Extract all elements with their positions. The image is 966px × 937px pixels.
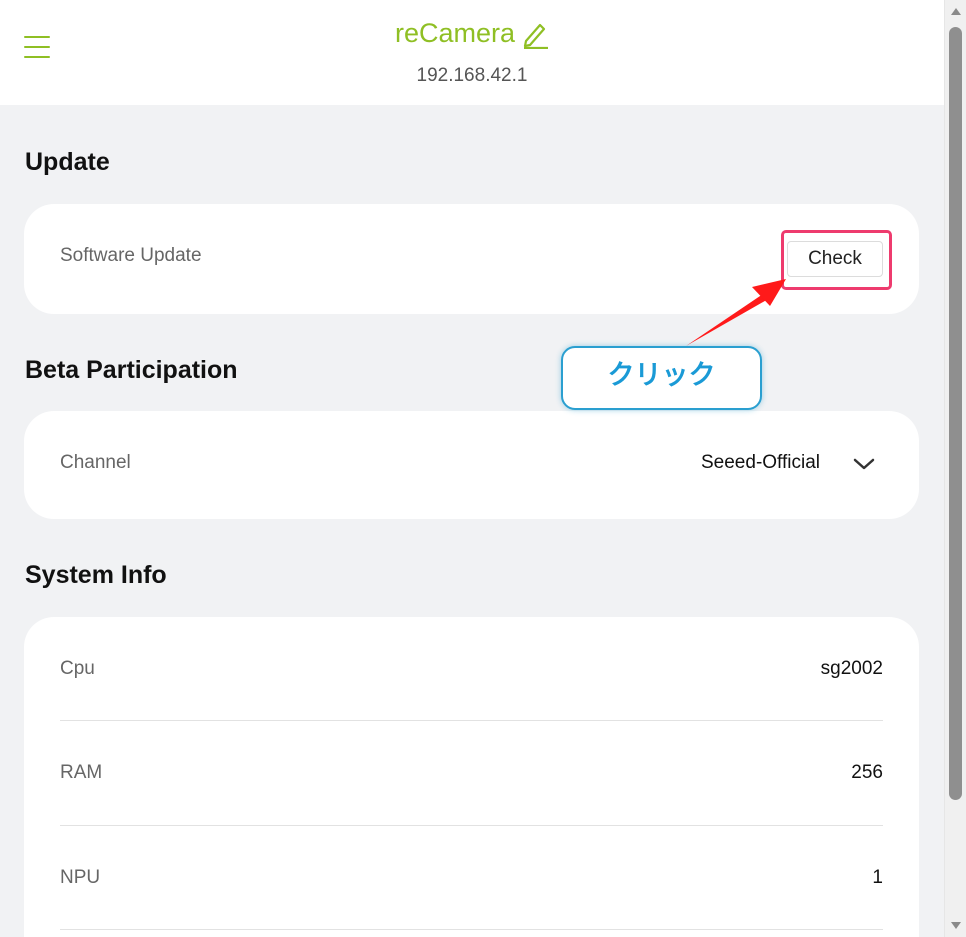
row-divider (60, 720, 883, 721)
vertical-scrollbar[interactable] (944, 0, 966, 937)
system-info-value: sg2002 (820, 658, 883, 679)
app-title-group: reCamera (0, 18, 944, 49)
channel-selected-value: Seeed-Official (701, 452, 820, 473)
system-info-value: 256 (851, 762, 883, 783)
system-info-label: RAM (60, 762, 103, 783)
system-info-label: Cpu (60, 658, 95, 679)
scroll-up-arrow-icon[interactable] (951, 8, 961, 15)
channel-label: Channel (60, 452, 131, 473)
scroll-down-arrow-icon[interactable] (951, 922, 961, 929)
app-title: reCamera (394, 18, 516, 48)
row-divider (60, 929, 883, 930)
click-callout: クリック (561, 346, 762, 410)
beta-channel-card: Channel Seeed-Official (24, 411, 919, 519)
system-info-card: Cpu sg2002 RAM 256 NPU 1 (24, 617, 919, 937)
pencil-edit-icon[interactable] (521, 19, 549, 49)
app-header: reCamera 192.168.42.1 (0, 0, 944, 105)
section-title-system-info: System Info (25, 561, 167, 589)
system-info-value: 1 (872, 867, 883, 888)
scrollbar-thumb[interactable] (949, 27, 962, 800)
check-button-highlight (781, 230, 892, 290)
section-title-update: Update (25, 148, 110, 176)
chevron-down-icon (853, 458, 875, 470)
page-viewport: reCamera 192.168.42.1 Update Software Up… (0, 0, 944, 937)
device-ip-address: 192.168.42.1 (416, 65, 528, 86)
software-update-label: Software Update (60, 245, 202, 266)
row-divider (60, 825, 883, 826)
section-title-beta: Beta Participation (25, 356, 238, 384)
system-info-label: NPU (60, 867, 101, 888)
